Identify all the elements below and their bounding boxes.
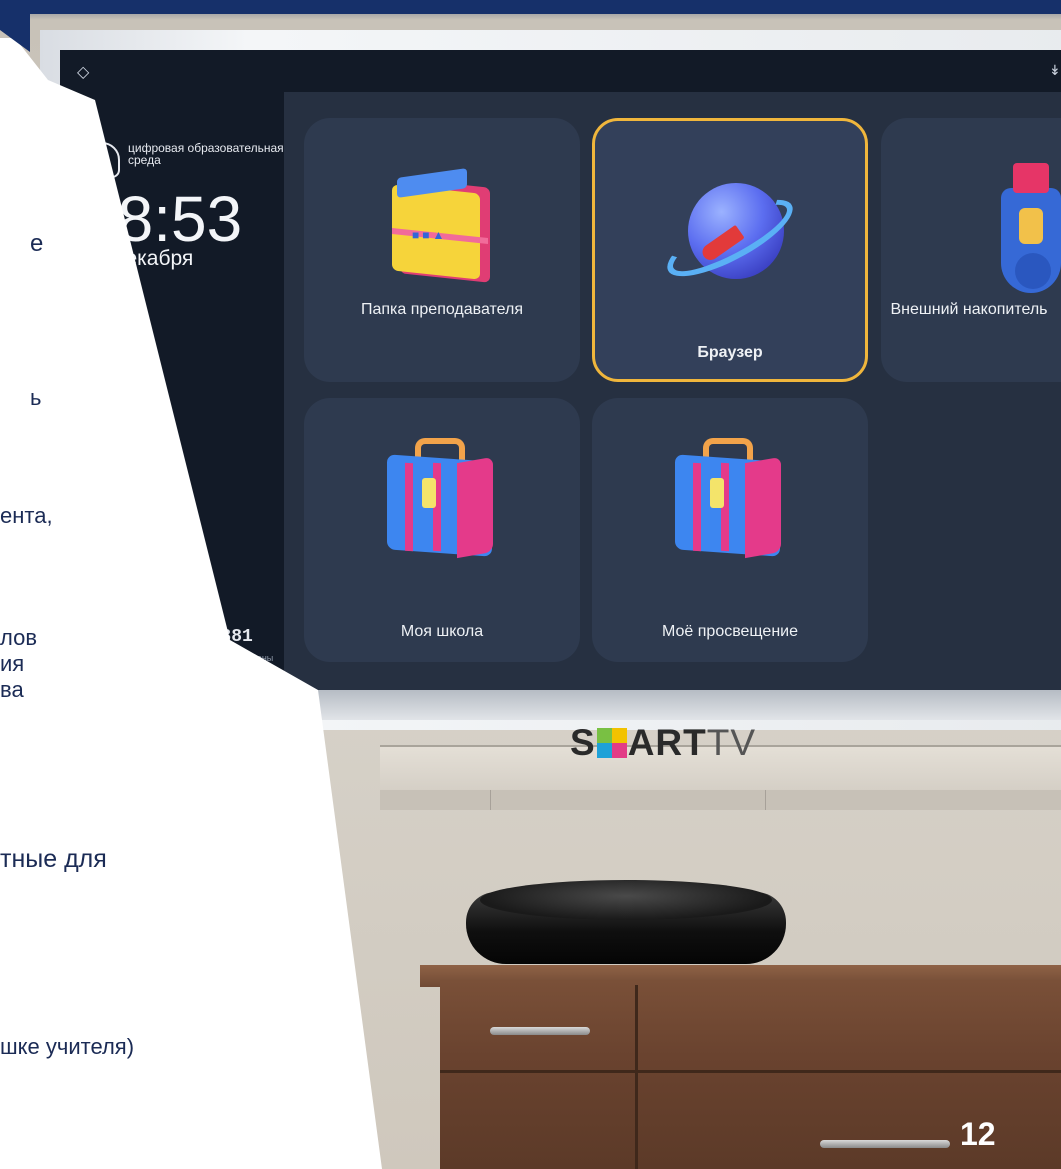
owl-logo-icon: ◇ (77, 64, 90, 81)
tile-teacher-folder[interactable]: ■■▲ Папка преподавателя (304, 118, 580, 382)
slide-fragment: тные для (0, 845, 107, 873)
tv-bottom-bezel (40, 690, 1061, 720)
cabinet-handle (490, 1027, 590, 1035)
smart-tv-logo-art: ART (627, 722, 707, 763)
clock-time: 18:53 (82, 183, 243, 255)
tile-label: Браузер (697, 344, 763, 361)
page-number: 12 (960, 1116, 996, 1152)
clock-date: 27 декабря (84, 247, 194, 270)
set-top-box (466, 870, 786, 980)
tile-label: Моё просвещение (662, 623, 798, 640)
tile-my-prosveshchenie[interactable]: Моё просвещение (592, 398, 868, 662)
tile-my-school[interactable]: Моя школа (304, 398, 580, 662)
tile-label: Папка преподавателя (360, 301, 524, 318)
cabinet-divider (440, 1070, 1061, 1073)
tile-label: Моя школа (400, 623, 484, 640)
slide-fragment: лов (0, 625, 38, 650)
smart-tv-logo-tv: TV (706, 722, 757, 763)
slide-fragment: ь (30, 385, 42, 410)
cabinet-divider (635, 985, 638, 1169)
ui-top-bar: ◇ ↡ (60, 50, 1061, 92)
cabinet-handle (820, 1140, 950, 1148)
tile-label: Внешний накопитель (890, 301, 1048, 318)
wall-shelf (380, 790, 1061, 810)
briefcase-icon (675, 438, 785, 559)
planet-rocket-icon (657, 181, 803, 301)
wall-seam (765, 790, 766, 810)
smart-tv-colour-icon (596, 728, 627, 758)
tile-browser[interactable]: Браузер (592, 118, 868, 382)
connection-code-note: и QR-код мены подавателя (210, 653, 274, 675)
folder-icon: ■■▲ (392, 168, 492, 283)
usb-drive-icon (1001, 163, 1061, 308)
ui-info-panel: цифровая образовательная среда 18:53 27 … (60, 92, 284, 690)
tile-external-drive[interactable]: Внешний накопитель (881, 118, 1061, 382)
usb-status-icon: ↡ (1049, 62, 1061, 78)
tv-screen: ◇ ↡ цифровая образовательная среда 18:53… (60, 50, 1061, 690)
brand-name: цифровая образовательная среда (128, 141, 284, 167)
slide-fragment: е (30, 230, 44, 257)
owl-logo-icon (84, 142, 120, 178)
slide-fragment: ва (0, 677, 24, 702)
room-photo: S ARTTV ◇ ↡ цифровая образовательная сред… (0, 0, 1061, 1169)
smart-tv-logo: S ARTTV (570, 722, 756, 764)
smart-tv-logo-s: S (570, 722, 596, 763)
slide-fragment: шке учителя) (0, 1034, 135, 1059)
slide-fragment: ента, (0, 503, 53, 528)
wall-seam (490, 790, 491, 810)
slide-fragment: ия (0, 651, 25, 676)
briefcase-icon (387, 438, 497, 559)
connection-code: 613381 (188, 627, 253, 647)
slide-header-bar (0, 0, 1061, 14)
brand: цифровая образовательная среда (84, 142, 298, 178)
